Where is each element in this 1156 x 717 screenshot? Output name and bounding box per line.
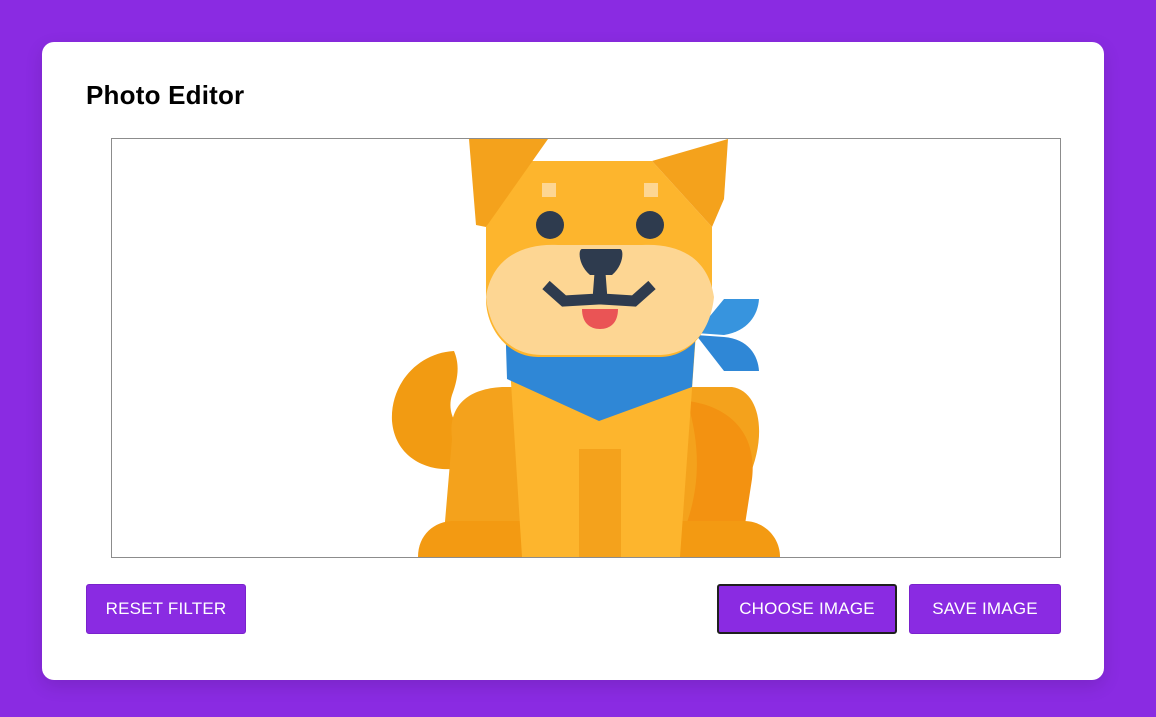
page-title: Photo Editor — [86, 80, 245, 110]
photo-editor-card: Photo Editor RESET FILTER CHOOSE IMAGE S… — [42, 42, 1104, 680]
bandana-knot-lower — [696, 335, 759, 371]
save-image-button[interactable]: SAVE IMAGE — [909, 584, 1061, 634]
dog-right-eye — [636, 211, 664, 239]
dog-left-eyebrow — [542, 183, 556, 197]
choose-image-button[interactable]: CHOOSE IMAGE — [717, 584, 897, 634]
dog-right-paw — [680, 521, 780, 557]
reset-filter-button[interactable]: RESET FILTER — [86, 584, 246, 634]
dog-illustration-image — [391, 139, 780, 557]
image-preview — [111, 138, 1061, 558]
dog-left-eye — [536, 211, 564, 239]
dog-left-paw — [418, 521, 532, 557]
dog-leg-gap — [579, 449, 621, 557]
dog-right-eyebrow — [644, 183, 658, 197]
